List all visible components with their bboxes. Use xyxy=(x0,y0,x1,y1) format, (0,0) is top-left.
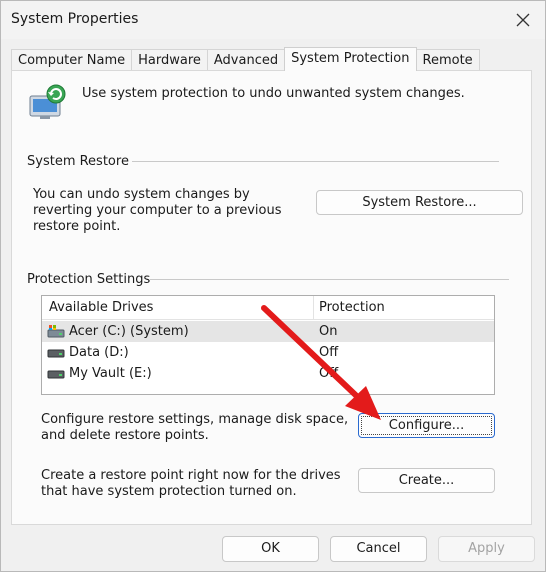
cancel-button[interactable]: Cancel xyxy=(330,536,427,562)
title-bar: System Properties xyxy=(1,1,545,39)
ok-button[interactable]: OK xyxy=(222,536,319,562)
drives-list-header: Available Drives Protection xyxy=(42,296,494,320)
drive-protection-status: Off xyxy=(319,345,339,360)
hard-drive-icon xyxy=(47,370,65,379)
drive-row-c[interactable]: Acer (C:) (System) On xyxy=(42,321,494,342)
drive-name: Data (D:) xyxy=(69,345,129,360)
drive-name: My Vault (E:) xyxy=(69,366,152,381)
tab-computer-name[interactable]: Computer Name xyxy=(11,49,133,71)
apply-button[interactable]: Apply xyxy=(438,536,535,562)
drive-row-e[interactable]: My Vault (E:) Off xyxy=(42,363,494,384)
column-header-available-drives[interactable]: Available Drives xyxy=(49,296,153,320)
create-button[interactable]: Create... xyxy=(358,468,495,493)
protection-settings-group-title: Protection Settings xyxy=(27,272,159,287)
window-title: System Properties xyxy=(11,11,139,27)
system-restore-button[interactable]: System Restore... xyxy=(316,190,523,215)
configure-button[interactable]: Configure... xyxy=(358,413,495,438)
close-icon xyxy=(516,13,530,27)
available-drives-list[interactable]: Available Drives Protection Acer (C:) (S… xyxy=(41,295,495,395)
tab-remote[interactable]: Remote xyxy=(415,49,480,71)
tab-advanced[interactable]: Advanced xyxy=(206,49,286,71)
drive-protection-status: Off xyxy=(319,366,339,381)
tab-hardware[interactable]: Hardware xyxy=(131,49,208,71)
system-protection-icon xyxy=(29,84,66,119)
tab-system-protection[interactable]: System Protection xyxy=(284,47,417,71)
drive-row-d[interactable]: Data (D:) Off xyxy=(42,342,494,363)
column-separator[interactable] xyxy=(313,296,314,320)
group-divider xyxy=(132,161,499,162)
create-description: Create a restore point right now for the… xyxy=(41,468,341,499)
intro-text: Use system protection to undo unwanted s… xyxy=(82,86,465,101)
close-button[interactable] xyxy=(509,7,537,33)
hard-drive-icon xyxy=(47,349,65,358)
tab-strip: Computer Name Hardware Advanced System P… xyxy=(11,47,480,71)
drive-name: Acer (C:) (System) xyxy=(69,324,189,339)
drive-protection-status: On xyxy=(319,324,338,339)
configure-description: Configure restore settings, manage disk … xyxy=(41,412,349,443)
system-drive-icon xyxy=(47,325,65,338)
group-divider xyxy=(150,279,509,280)
system-restore-group-title: System Restore xyxy=(27,154,137,169)
column-header-protection[interactable]: Protection xyxy=(319,296,385,320)
system-restore-description: You can undo system changes by reverting… xyxy=(33,187,282,234)
